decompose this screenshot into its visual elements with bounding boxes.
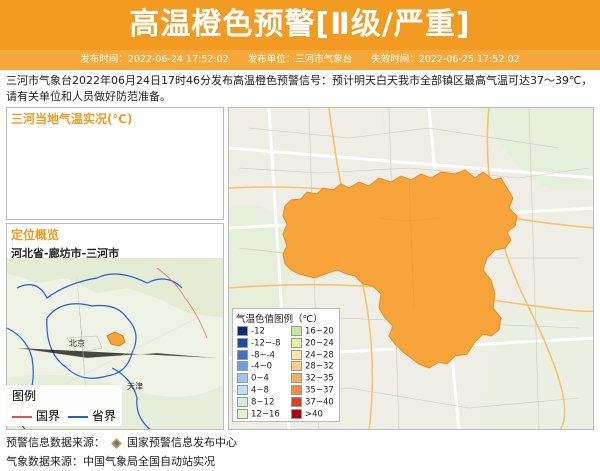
temperature-panel: 三河当地气温实况(℃) — [6, 107, 224, 220]
warning-description: 三河市气象台2022年06月24日17时46分发布高温橙色预警信号：预计明天白天… — [6, 74, 593, 103]
warning-source-label: 预警信息数据来源： — [6, 436, 105, 449]
color-legend-item: 4~8 — [237, 385, 269, 396]
color-legend-swatch — [237, 349, 248, 360]
color-legend-label: 8~12 — [251, 397, 275, 408]
color-legend-swatch — [237, 361, 248, 372]
province-border-icon — [68, 415, 88, 418]
color-legend-item: 0~4 — [237, 373, 269, 384]
color-legend-item: -8~-4 — [237, 349, 276, 361]
national-border-icon — [12, 415, 32, 418]
expire-time: 失效时间：2022-06-25 17:52:02 — [371, 54, 520, 65]
boundary-legend-title: 图例 — [12, 389, 37, 403]
beijing-label: 北京 — [69, 338, 85, 348]
weather-source-line: 气象数据来源：中国气象局全国自动站实况 — [6, 455, 215, 468]
color-legend-swatch — [237, 385, 248, 395]
boundary-legend-province: 省界 — [68, 407, 116, 424]
boundary-legend: 图例 国界 省界 — [6, 385, 122, 426]
color-legend-label: 12~16 — [251, 409, 280, 420]
color-legend-item: -12 — [237, 326, 265, 337]
temperature-color-legend: 气温色值图例（℃） -12 16~20 -12~-8 20~24 -8~-4 24~28 -… — [232, 308, 340, 422]
temperature-panel-title: 三河当地气温实况(℃) — [11, 112, 133, 126]
color-legend-label: 16~20 — [305, 326, 334, 337]
color-legend-swatch — [291, 349, 302, 360]
warning-source-name: 国家预警信息发布中心 — [127, 436, 237, 449]
warning-meta-bar: 发布时间：2022-06-24 17:52:02 发布单位：三河市气象台 失效时… — [0, 50, 600, 70]
color-legend-label: -12 — [251, 326, 265, 337]
color-legend-item: 24~28 — [291, 349, 334, 361]
tianjin-label: 天津 — [127, 381, 143, 391]
location-panel-title: 定位概览 — [11, 228, 60, 242]
province-border-label: 省界 — [91, 409, 116, 423]
color-legend-title: 气温色值图例（℃） — [236, 314, 323, 325]
color-legend-item: 28~32 — [291, 361, 334, 372]
color-legend-swatch — [237, 326, 248, 336]
color-legend-label: 24~28 — [305, 350, 334, 361]
color-legend-label: 37~40 — [305, 397, 334, 408]
color-legend-swatch — [237, 373, 248, 384]
color-legend-item: >40 — [291, 408, 323, 420]
color-legend-item: 16~20 — [291, 326, 334, 337]
color-legend-item: 32~35 — [291, 373, 334, 384]
color-legend-swatch — [237, 396, 248, 407]
color-legend-swatch — [291, 385, 302, 395]
color-legend-swatch — [291, 408, 302, 419]
color-legend-label: 32~35 — [305, 373, 334, 384]
color-legend-swatch — [291, 326, 302, 336]
color-legend-label: -8~-4 — [251, 350, 276, 361]
warning-center-logo-icon — [110, 437, 122, 449]
color-legend-swatch — [291, 396, 302, 407]
color-legend-label: 4~8 — [251, 385, 269, 396]
color-legend-swatch — [291, 361, 302, 372]
color-legend-label: 20~24 — [305, 338, 334, 349]
color-legend-item: 37~40 — [291, 396, 334, 408]
color-legend-item: 8~12 — [237, 396, 275, 408]
warning-source-line: 预警信息数据来源： 国家预警信息发布中心 — [6, 434, 237, 450]
color-legend-label: 28~32 — [305, 361, 334, 372]
publish-time: 发布时间：2022-06-24 17:52:02 — [80, 54, 229, 65]
color-legend-swatch — [237, 337, 248, 348]
color-legend-item: 12~16 — [237, 408, 280, 420]
color-legend-label: -4~0 — [251, 361, 273, 372]
color-legend-label: 35~37 — [305, 385, 334, 396]
color-legend-item: -4~0 — [237, 361, 272, 372]
national-border-label: 国界 — [35, 409, 60, 423]
color-legend-label: >40 — [305, 409, 323, 420]
page-title: 高温橙色预警[Ⅱ级/严重] — [129, 7, 471, 42]
publisher: 发布单位：三河市气象台 — [247, 54, 353, 65]
color-legend-item: 35~37 — [291, 385, 334, 396]
color-legend-swatch — [291, 337, 302, 348]
color-legend-label: -12~-8 — [251, 338, 281, 349]
color-legend-label: 0~4 — [251, 373, 269, 384]
color-legend-swatch — [291, 373, 302, 384]
color-legend-item: -12~-8 — [237, 337, 281, 349]
color-legend-swatch — [237, 408, 248, 419]
color-legend-item: 20~24 — [291, 337, 334, 349]
boundary-legend-national: 国界 — [12, 407, 60, 424]
warning-banner: 高温橙色预警[Ⅱ级/严重] — [0, 0, 600, 50]
